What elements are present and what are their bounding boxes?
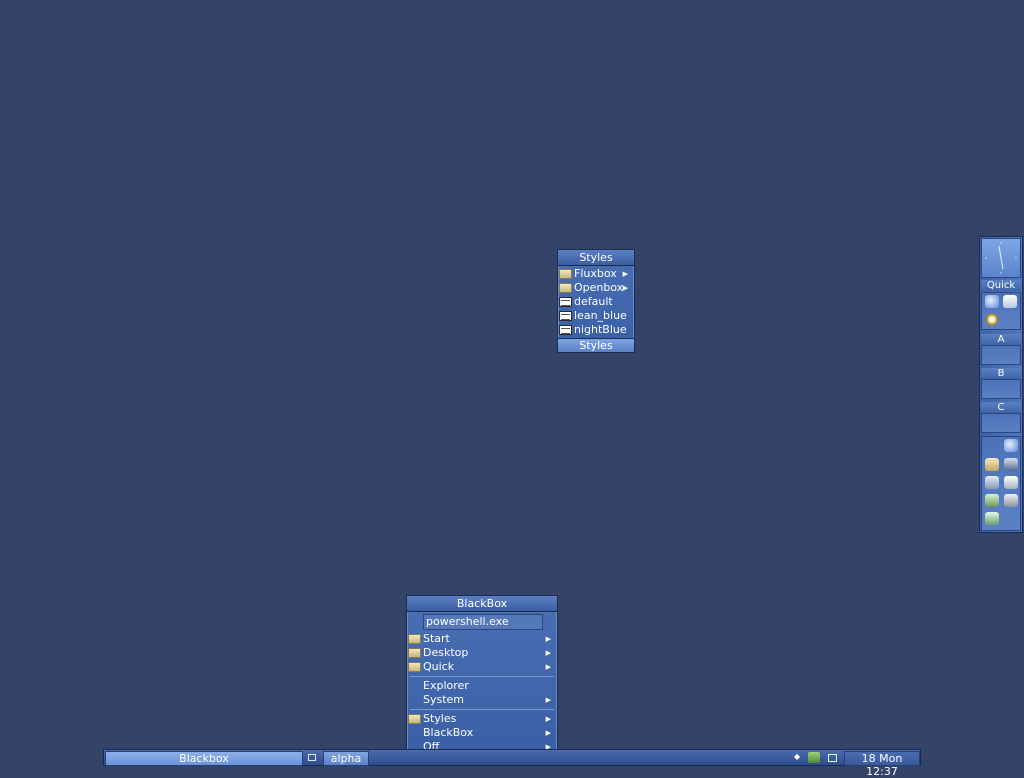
slit-dock: Quick A B C	[979, 236, 1023, 533]
folder-icon	[408, 662, 421, 672]
keyboard-tray-icon[interactable]	[828, 754, 837, 762]
menu-item-label: Desktop	[423, 646, 469, 659]
taskbar-task-button[interactable]: Blackbox	[105, 751, 303, 766]
submenu-arrow-icon: ▶	[545, 729, 551, 737]
root-menu-item-start[interactable]: Start ▶	[407, 632, 557, 646]
submenu-arrow-icon: ▶	[545, 715, 551, 723]
root-menu-item-system[interactable]: System ▶	[407, 693, 557, 707]
menu-item-label: default	[574, 295, 613, 308]
styles-menu-footer: Styles	[558, 338, 634, 352]
computer-icon[interactable]	[985, 476, 999, 489]
menu-item-label: Fluxbox	[574, 267, 617, 280]
style-file-icon	[559, 297, 572, 307]
workspace-label[interactable]: alpha	[323, 751, 369, 766]
folder-icon	[559, 269, 572, 279]
quick-launch-box	[981, 292, 1021, 330]
analog-clock[interactable]	[981, 238, 1021, 278]
menu-item-label: Quick	[423, 660, 455, 673]
menu-separator	[410, 709, 554, 710]
taskbar: Blackbox alpha ◆ 18 Mon 12:37	[103, 749, 921, 778]
root-menu-item-desktop[interactable]: Desktop ▶	[407, 646, 557, 660]
style-file-icon	[559, 311, 572, 321]
menu-item-label: lean_blue	[574, 309, 627, 322]
menu-item-label: Start	[423, 632, 450, 645]
tools-icon[interactable]	[985, 494, 999, 507]
task-label: Blackbox	[179, 752, 229, 765]
folder-icon	[408, 634, 421, 644]
menu-item-label: System	[423, 693, 465, 706]
clock[interactable]: 18 Mon 12:37	[844, 751, 920, 778]
window-list-icon[interactable]	[308, 754, 316, 761]
recycle-bin-icon[interactable]	[985, 512, 999, 525]
menu-item-label: Explorer	[423, 679, 469, 692]
folder-icon	[559, 283, 572, 293]
styles-menu-item-lean-blue[interactable]: lean_blue	[558, 309, 634, 323]
panel-c-label: C	[981, 402, 1021, 413]
root-menu-item-explorer[interactable]: Explorer	[407, 679, 557, 693]
media-player-icon[interactable]	[985, 313, 999, 326]
folder-icon	[408, 714, 421, 724]
menu-item-label: nightBlue	[574, 323, 627, 336]
menu-item-label: Styles	[423, 712, 457, 725]
printer-icon[interactable]	[1004, 476, 1018, 489]
quick-label: Quick	[981, 280, 1021, 291]
menu-separator	[410, 676, 554, 677]
menu-item-label: Openbox	[574, 281, 624, 294]
folder-icon	[408, 648, 421, 658]
styles-menu-title[interactable]: Styles	[558, 250, 634, 266]
network-tray-icon[interactable]	[808, 752, 820, 763]
submenu-arrow-icon: ▶	[545, 635, 551, 643]
panel-a-label: A	[981, 334, 1021, 345]
command-input[interactable]: powershell.exe	[423, 614, 543, 630]
style-file-icon	[559, 325, 572, 335]
submenu-arrow-icon: ▶	[545, 649, 551, 657]
root-menu-item-quick[interactable]: Quick ▶	[407, 660, 557, 674]
root-menu-item-styles[interactable]: Styles ▶	[407, 712, 557, 726]
tray-arrow-icon[interactable]: ◆	[794, 752, 800, 761]
submenu-arrow-icon: ▶	[622, 270, 628, 278]
panel-a[interactable]	[981, 345, 1021, 365]
system-tray-box	[981, 436, 1021, 531]
submenu-arrow-icon: ▶	[545, 696, 551, 704]
submenu-arrow-icon: ▶	[622, 284, 628, 292]
styles-menu-item-fluxbox[interactable]: Fluxbox ▶	[558, 267, 634, 281]
root-menu-title[interactable]: BlackBox	[407, 596, 557, 612]
wireless-icon[interactable]	[1004, 494, 1018, 507]
submenu-arrow-icon: ▶	[545, 663, 551, 671]
panel-b-label: B	[981, 368, 1021, 379]
root-menu-item-blackbox[interactable]: BlackBox ▶	[407, 726, 557, 740]
home-folder-icon[interactable]	[985, 458, 999, 471]
styles-menu-item-default[interactable]: default	[558, 295, 634, 309]
styles-menu: Styles Fluxbox ▶ Openbox ▶ default lean_…	[557, 249, 635, 353]
network-icon[interactable]	[1004, 458, 1018, 471]
desktop: { "styles_menu": { "title": "Styles", "i…	[0, 0, 1024, 778]
panel-b[interactable]	[981, 379, 1021, 399]
workspace-name: alpha	[330, 752, 362, 765]
internet-explorer-icon[interactable]	[1004, 439, 1018, 452]
menu-item-label: BlackBox	[423, 726, 474, 739]
clock-text: 18 Mon 12:37	[861, 752, 903, 778]
internet-explorer-icon[interactable]	[985, 295, 999, 308]
blackbox-root-menu: BlackBox powershell.exe Start ▶ Desktop …	[406, 595, 558, 757]
styles-menu-item-nightblue[interactable]: nightBlue	[558, 323, 634, 337]
styles-menu-item-openbox[interactable]: Openbox ▶	[558, 281, 634, 295]
clock-face-icon	[985, 242, 1017, 274]
panel-c[interactable]	[981, 413, 1021, 433]
application-icon[interactable]	[1003, 295, 1017, 308]
